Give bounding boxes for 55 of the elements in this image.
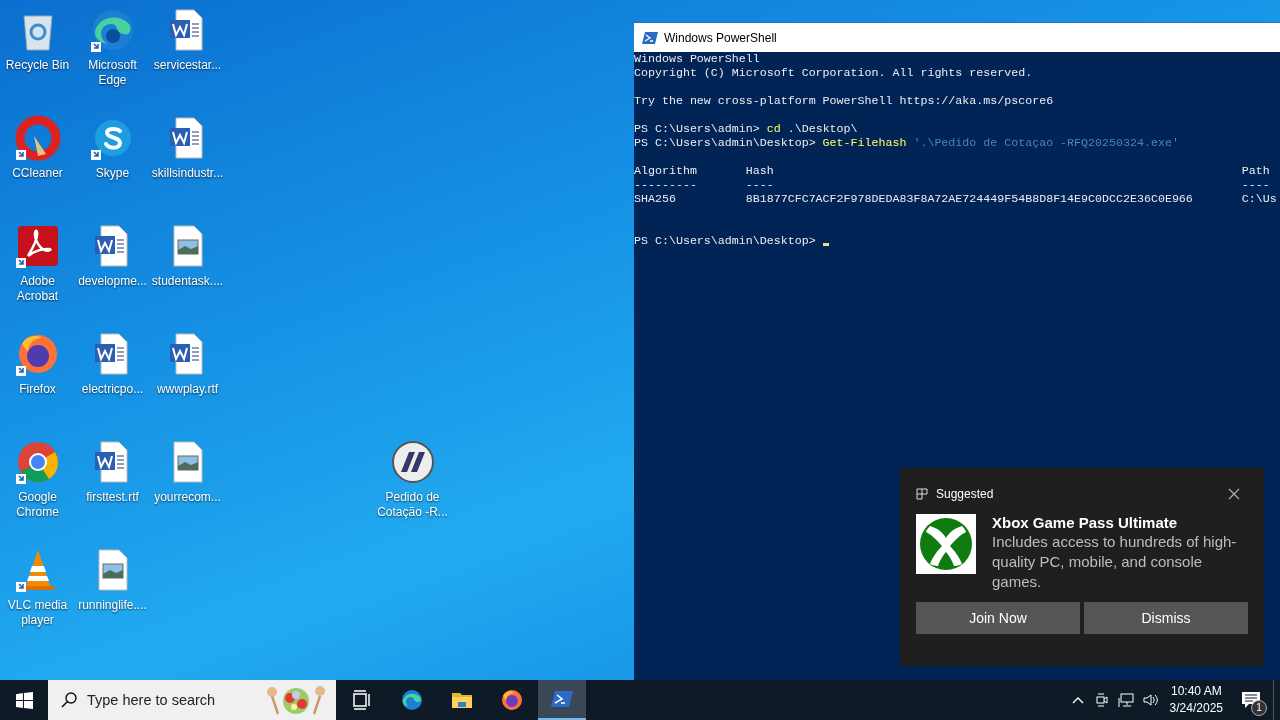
swirl-logo-icon [400,688,424,712]
console-line: Copyright (C) Microsoft Corporation. All rights reserved. [634,66,1034,80]
console-line: Try the new cross-platform PowerShell https://aka.ms/pscore6 [634,94,1055,108]
notification-text: Includes access to hundreds of high-quality PC, mobile, and console games. [992,532,1238,592]
column-header: Hash [745,164,775,178]
desktop-item[interactable]: servicestar... [150,6,225,114]
column-rule: --------- [634,178,698,192]
desktop-item[interactable]: studentask.... [150,222,225,330]
column-rule: ---- [1241,178,1271,192]
toast-button[interactable]: Join Now [916,602,1080,634]
desktop-item[interactable]: wwwplay.rtf [150,330,225,438]
notification-title: Xbox Game Pass Ultimate [992,514,1179,532]
console-line: Windows PowerShell [634,52,761,66]
console-prompt: PS C:\Users\admin\Desktop> [634,234,816,248]
desktop-item[interactable]: CCleaner [0,114,75,222]
desktop-item[interactable]: yourrecom... [150,438,225,546]
toast-button[interactable]: Dismiss [1084,602,1248,634]
notification-badge: 1 [1251,700,1267,716]
desktop-item[interactable]: developme... [75,222,150,330]
notification-source: Suggested [936,487,995,501]
volume-icon[interactable] [1141,692,1158,708]
clock[interactable]: 10:40 AM 3/24/2025 [1169,683,1223,717]
desktop-item[interactable]: VLC media player [0,546,75,654]
desktop-item[interactable]: Pedido de Cotação -R... [375,438,450,546]
table-cell-text: 8B1877CFC7ACF2F978DEDA83F8A72AE724449F54B8D8F14E9C0DCC2E36C0E966 [745,192,1194,206]
desktop-item[interactable]: skillsindustr... [150,114,225,222]
desktop-item[interactable]: Firefox [0,330,75,438]
column-header: Path [1241,164,1271,178]
close-icon[interactable] [1228,488,1240,500]
desktop-item[interactable]: Skype [75,114,150,222]
desktop-item[interactable]: Microsoft Edge [75,6,150,114]
clock-time: 10:40 AM [1170,683,1222,700]
table-cell-text: C:\Us [1241,192,1278,206]
table-cell-text: SHA256 [634,192,677,206]
network-icon[interactable] [1117,692,1134,708]
tiles-icon [916,488,928,500]
window-title: Windows PowerShell [664,30,777,45]
column-rule: ---- [745,178,775,192]
desktop-item[interactable]: Google Chrome [0,438,75,546]
desktop-item[interactable]: Recycle Bin [0,6,75,114]
column-header: Algorithm [634,164,698,178]
console-line: PS C:\Users\admin> cd .\Desktop\ [634,122,859,136]
desktop-item[interactable]: Adobe Acrobat [0,222,75,330]
desktop-item[interactable]: firsttest.rtf [75,438,150,546]
search-icon [61,692,77,708]
desktop-item[interactable]: electricpo... [75,330,150,438]
ring-logo-icon [13,114,62,162]
sphere-logo-icon [916,514,976,574]
windows-logo-icon [15,691,33,709]
console-line: PS C:\Users\admin\Desktop> Get-Filehash '.\Pedido de Cotaçao -RFQ20250324.exe' [634,136,1180,150]
desktop-item[interactable]: runninglife.... [75,546,150,654]
terminal-icon [642,29,658,46]
clock-date: 3/24/2025 [1169,700,1223,717]
camera-icon[interactable] [1093,692,1110,708]
globe-logo-icon [500,688,524,712]
